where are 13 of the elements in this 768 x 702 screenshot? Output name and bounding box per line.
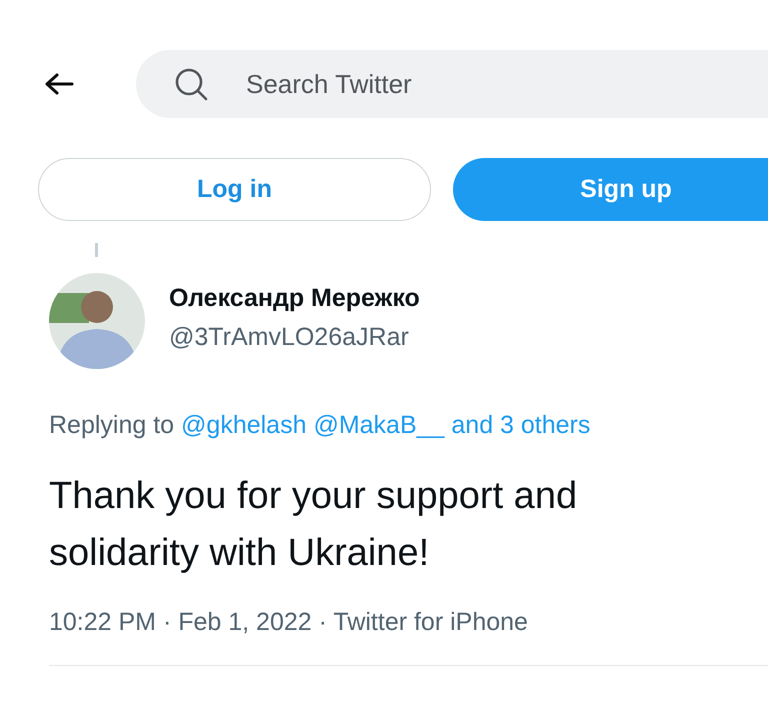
log-in-button[interactable]: Log in (38, 158, 431, 221)
reply-context: Replying to @gkhelash @MakaB__ and 3 others (49, 411, 592, 440)
mention-link[interactable]: and 3 others (451, 411, 590, 439)
tweet-timestamp: 10:22 PM · Feb 1, 2022 · Twitter for iPhone (49, 608, 529, 637)
search-icon (174, 67, 208, 101)
search-field[interactable]: Search Twitter (136, 50, 768, 118)
tweet-text: Thank you for your support and solidarity with Ukraine! (49, 474, 578, 576)
back-icon[interactable] (44, 72, 74, 96)
sign-up-button[interactable]: Sign up (453, 158, 768, 221)
mention-link[interactable]: @MakaB__ (313, 411, 444, 439)
author-handle[interactable]: @3TrAmvLO26aJRar (169, 323, 420, 352)
author-name[interactable]: Олександр Мережко (169, 284, 420, 313)
mention-link[interactable]: @gkhelash (181, 411, 306, 439)
